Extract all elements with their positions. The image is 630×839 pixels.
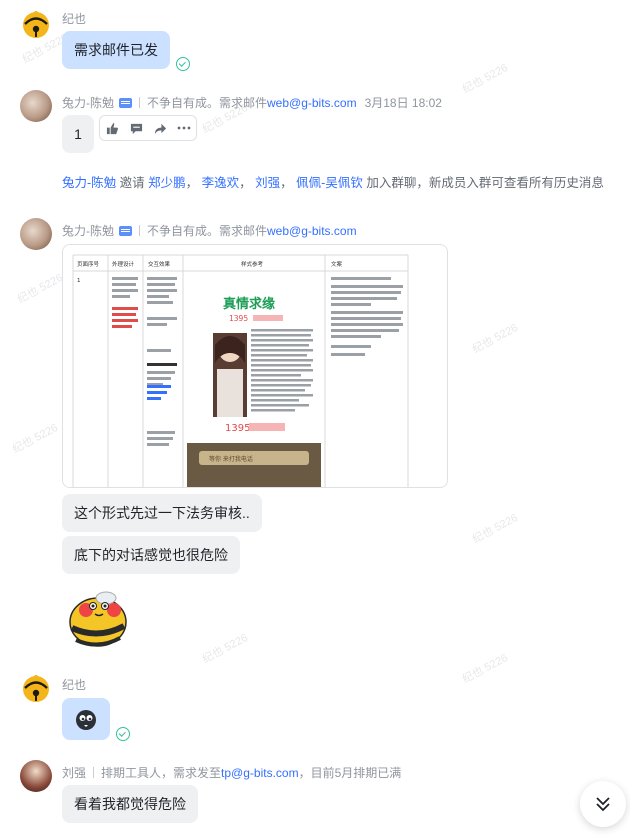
message-jiye-1: 纪也 需求邮件已发 (0, 8, 630, 78)
more-options-icon[interactable] (172, 116, 196, 140)
forward-icon[interactable] (148, 116, 172, 140)
poster-dialog: 等你 来打我电话 (209, 455, 253, 463)
sender-header: 刘强 排期工具人，需求发至 tp@g-bits.com ，目前5月排期已满 (62, 764, 401, 781)
system-join-notice: 兔力-陈勉 邀请 郑少鹏， 李逸欢， 刘强， 佩佩-吴佩钦 加入群聊，新成员入群… (62, 176, 604, 190)
sheet-header: 页面序号 (77, 260, 100, 268)
sender-avatar[interactable] (20, 218, 52, 250)
sender-name[interactable]: 刘强 (62, 764, 86, 781)
message-bubble[interactable]: 需求邮件已发 (62, 31, 170, 69)
poster-phone: 1395 (229, 314, 248, 323)
signature-email-link[interactable]: tp@g-bits.com (221, 766, 299, 780)
sender-name[interactable]: 纪也 (62, 10, 86, 27)
message-jiye-2: 纪也 (0, 672, 630, 752)
spreadsheet-preview-image: 页面序号 外理设计 交互效果 样式参考 文案 1 真情求缘 1395 1395 … (63, 245, 447, 487)
sheet-row-no: 1 (77, 278, 81, 284)
signature-email-link[interactable]: web@g-bits.com (267, 96, 357, 110)
bell-avatar-icon (23, 11, 49, 38)
read-receipt-icon[interactable] (116, 727, 130, 741)
sender-avatar[interactable] (20, 760, 52, 792)
sender-header: 兔力-陈勉 不争自有成。需求邮件 web@g-bits.com 3月18日 18… (62, 94, 442, 111)
message-bubble[interactable]: 看着我都觉得危险 (62, 785, 198, 823)
message-bubble[interactable]: 这个形式先过一下法务审核.. (62, 494, 262, 532)
invitee-name[interactable]: 郑少鹏 (148, 176, 186, 190)
sender-avatar[interactable] (20, 672, 52, 704)
sender-signature: 排期工具人，需求发至 (101, 766, 222, 780)
message-bubble[interactable]: 底下的对话感觉也很危险 (62, 536, 240, 574)
invitee-name[interactable]: 刘强 (255, 176, 280, 190)
sender-signature: 不争自有成。需求邮件 (147, 224, 268, 238)
bee-sticker[interactable] (62, 584, 130, 650)
sender-signature: 不争自有成。需求邮件 (147, 96, 268, 110)
read-receipt-icon[interactable] (176, 57, 190, 71)
bell-avatar-icon (23, 675, 49, 702)
message-liuqiang: 刘强 排期工具人，需求发至 tp@g-bits.com ，目前5月排期已满 看着… (0, 760, 630, 830)
peek-emoji-icon (76, 710, 96, 730)
join-suffix: 加入群聊，新成员入群可查看所有历史消息 (366, 176, 604, 190)
scroll-to-bottom-button[interactable] (580, 781, 626, 827)
sender-name[interactable]: 兔力-陈勉 (62, 222, 114, 239)
sender-header: 兔力-陈勉 不争自有成。需求邮件 web@g-bits.com (62, 222, 357, 239)
sheet-header: 交互效果 (148, 260, 171, 268)
message-time: 3月18日 18:02 (364, 96, 442, 110)
contact-card-icon (119, 97, 132, 108)
sender-name[interactable]: 纪也 (62, 676, 86, 693)
reply-comment-icon[interactable] (124, 116, 148, 140)
emoji-message-bubble[interactable] (62, 698, 110, 740)
image-attachment[interactable]: 页面序号 外理设计 交互效果 样式参考 文案 1 真情求缘 1395 1395 … (62, 244, 448, 488)
sender-avatar[interactable] (20, 90, 52, 122)
poster-title: 真情求缘 (223, 296, 275, 312)
inviter-name[interactable]: 兔力-陈勉 (62, 176, 116, 190)
message-bubble[interactable]: 1 (62, 115, 94, 153)
sender-avatar[interactable] (20, 8, 52, 40)
invitee-name[interactable]: 李逸欢 (202, 176, 240, 190)
invite-word: 邀请 (119, 176, 145, 190)
poster-phone: 1395 (225, 423, 250, 434)
bee-sticker-icon (69, 591, 127, 647)
message-action-toolbar (99, 115, 197, 141)
signature-email-link[interactable]: web@g-bits.com (267, 224, 357, 238)
sheet-header: 样式参考 (241, 260, 264, 268)
sheet-header: 外理设计 (112, 260, 135, 268)
contact-card-icon (119, 225, 132, 236)
sender-signature-suffix: ，目前5月排期已满 (298, 766, 402, 780)
message-chenmian-1: 兔力-陈勉 不争自有成。需求邮件 web@g-bits.com 3月18日 18… (0, 90, 630, 160)
sender-name[interactable]: 兔力-陈勉 (62, 94, 114, 111)
thumbs-up-icon[interactable] (100, 116, 124, 140)
double-chevron-down-icon (596, 797, 610, 812)
sheet-header: 文案 (331, 260, 343, 268)
invitee-name[interactable]: 佩佩-吴佩钦 (296, 176, 363, 190)
